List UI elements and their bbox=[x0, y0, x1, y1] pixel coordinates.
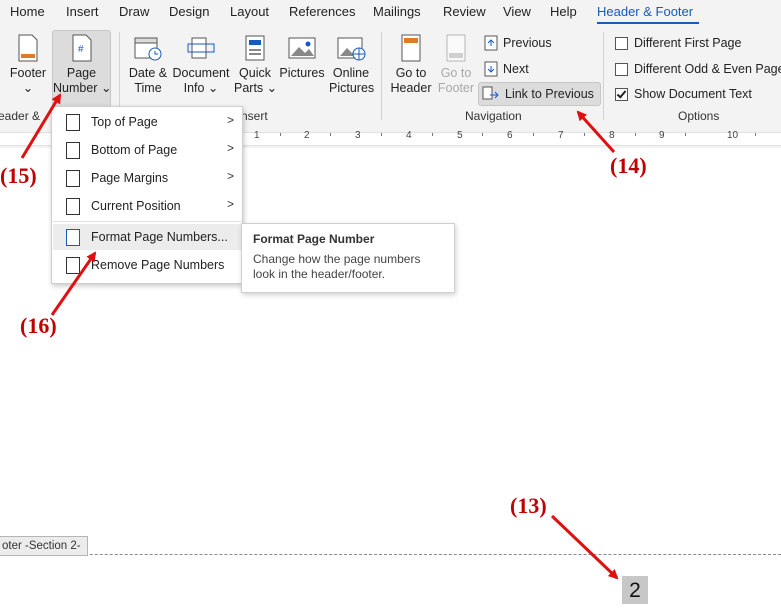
arrow-15 bbox=[20, 93, 62, 159]
annotation-arrows bbox=[20, 93, 619, 580]
callout-13: (13) bbox=[510, 493, 547, 518]
arrow-14 bbox=[576, 110, 616, 154]
callout-15: (15) bbox=[0, 163, 37, 188]
callout-14: (14) bbox=[610, 153, 647, 178]
arrow-13 bbox=[550, 514, 619, 580]
arrow-16 bbox=[50, 251, 97, 316]
callout-16: (16) bbox=[20, 313, 57, 338]
